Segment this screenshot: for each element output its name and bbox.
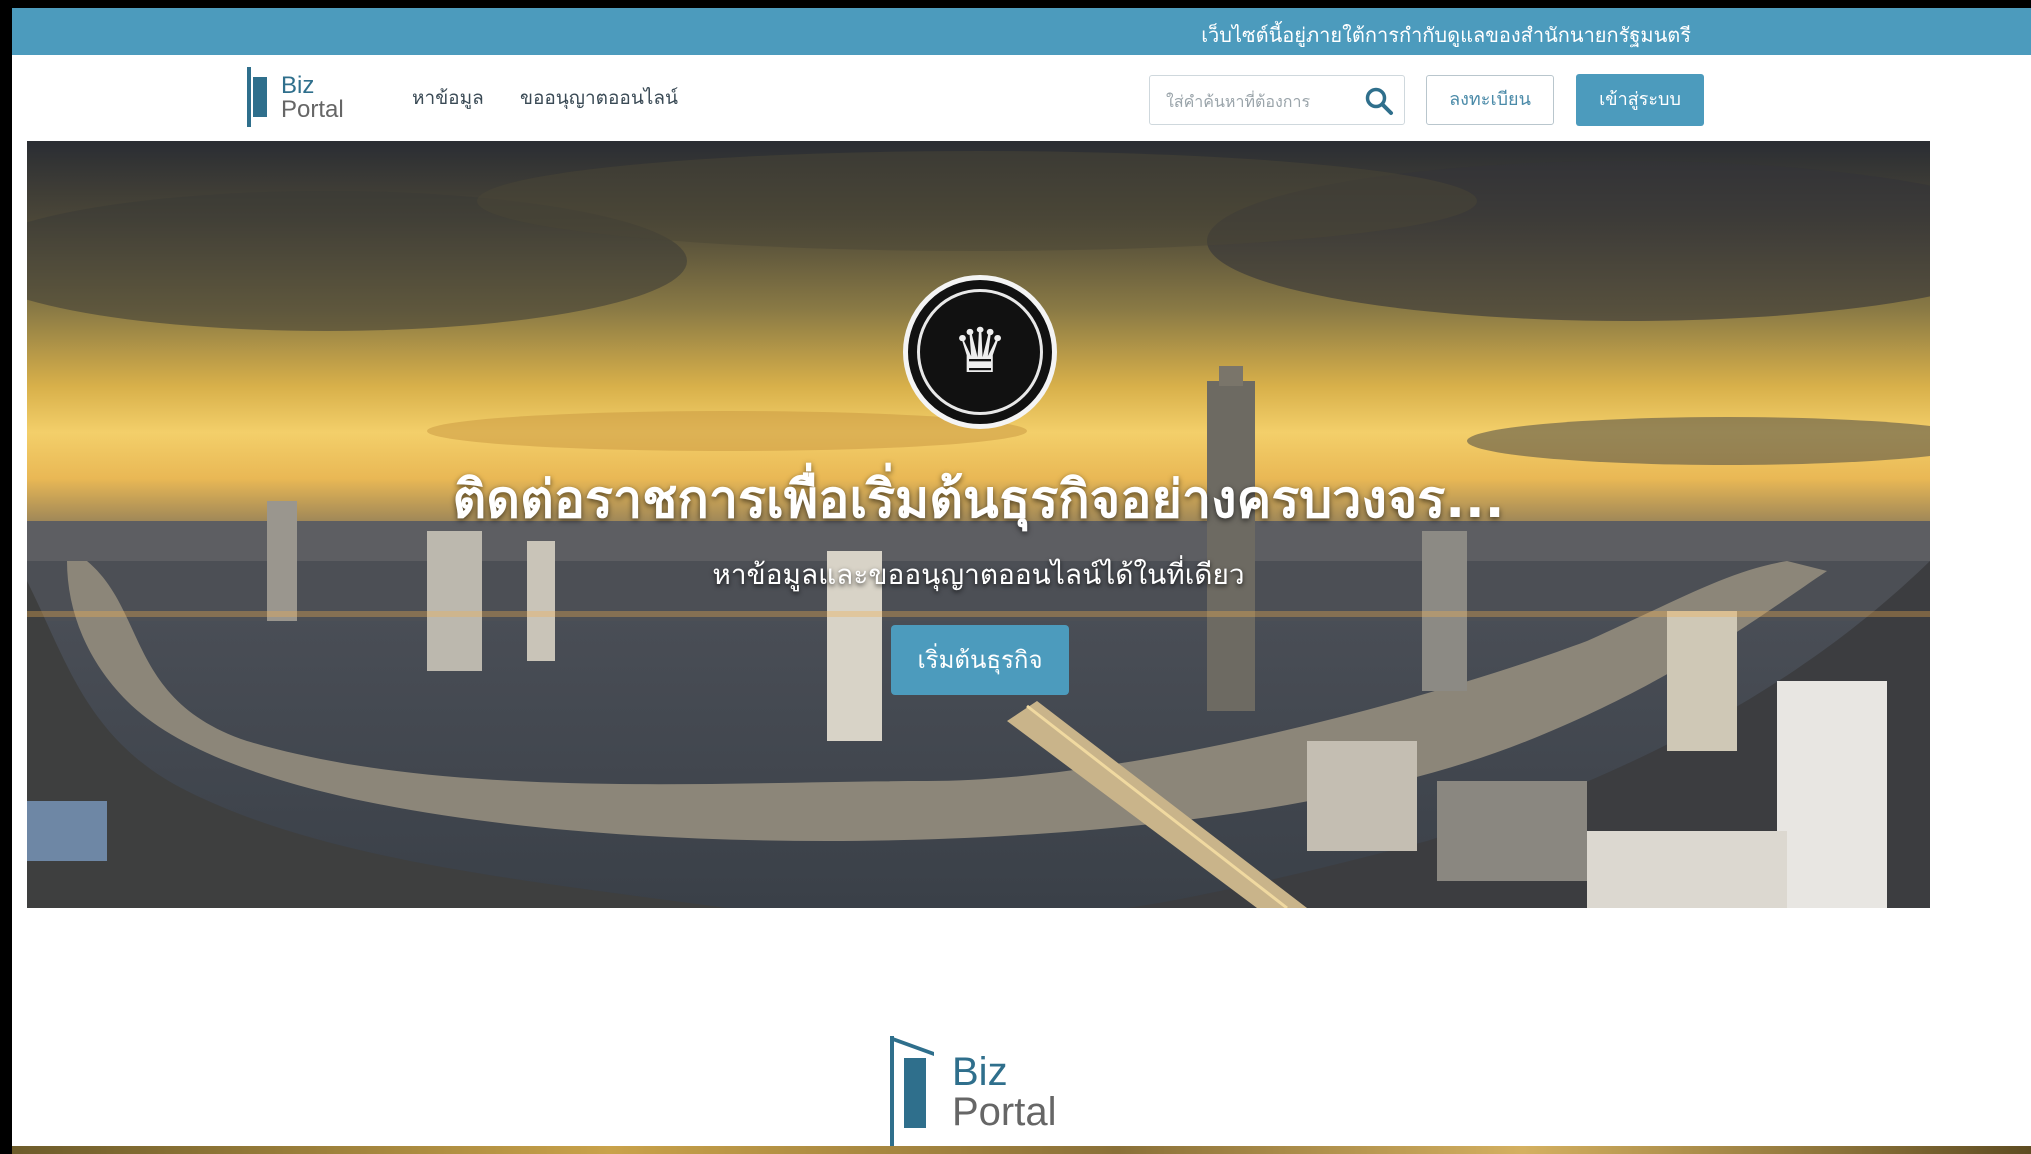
login-button[interactable]: เข้าสู่ระบบ [1576, 74, 1704, 126]
logo-text-portal: Portal [281, 96, 344, 123]
footer-logo-text: Biz Portal [952, 1052, 1057, 1132]
nav-online-permit[interactable]: ขออนุญาตออนไลน์ [520, 83, 678, 113]
start-business-button[interactable]: เริ่มต้นธุรกิจ [891, 625, 1069, 695]
search-input[interactable] [1164, 86, 1358, 116]
logo-text-biz: Biz [281, 72, 315, 99]
register-button[interactable]: ลงทะเบียน [1426, 75, 1554, 125]
search-icon[interactable] [1364, 86, 1394, 116]
government-notice-text: เว็บไซต์นี้อยู่ภายใต้การกำกับดูแลของสำนั… [1201, 23, 1691, 47]
footer-logo-text-portal: Portal [952, 1090, 1057, 1134]
taskbar-strip [0, 1146, 2031, 1154]
site-header: Biz Portal หาข้อมูล ขออนุญาตออนไลน์ ลงทะ… [12, 55, 2031, 141]
hero-banner: ♛ ติดต่อราชการเพื่อเริ่มต้นธุรกิจอย่างคร… [27, 141, 1930, 908]
footer-bizportal-logo[interactable]: Biz Portal [890, 1036, 1057, 1148]
search-box [1149, 75, 1405, 125]
logo-door-icon [247, 67, 277, 129]
footer-logo-door-icon [890, 1036, 946, 1148]
bizportal-logo[interactable]: Biz Portal [247, 67, 344, 129]
hero-subtitle: หาข้อมูลและขออนุญาตออนไลน์ได้ในที่เดียว [712, 558, 1245, 591]
government-notice-bar: เว็บไซต์นี้อยู่ภายใต้การกำกับดูแลของสำนั… [12, 8, 2031, 55]
hero-title: ติดต่อราชการเพื่อเริ่มต้นธุรกิจอย่างครบว… [452, 470, 1505, 530]
nav-find-info[interactable]: หาข้อมูล [412, 83, 484, 113]
footer-logo-text-biz: Biz [952, 1050, 1008, 1094]
logo-text: Biz Portal [281, 74, 344, 122]
government-seal-icon: ♛ [903, 275, 1057, 429]
